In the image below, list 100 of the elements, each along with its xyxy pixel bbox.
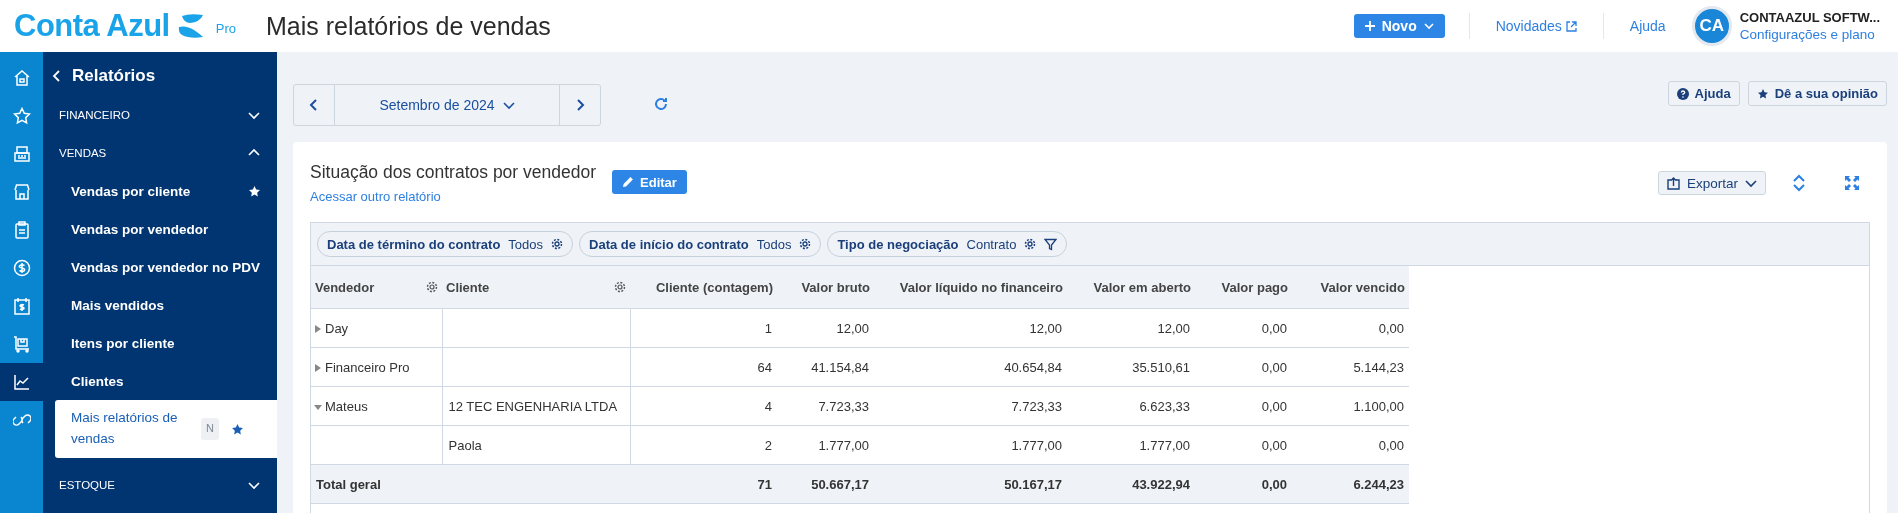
sidebar-item[interactable]: Mais vendidos [43, 286, 277, 324]
column-header: Cliente (contagem) [630, 266, 777, 309]
calendar-dollar-icon [12, 297, 31, 315]
table-cell[interactable]: Day [311, 308, 442, 348]
filter-label: Data de término do contrato [327, 236, 501, 252]
new-button[interactable]: Novo [1353, 14, 1445, 38]
home-icon [12, 69, 31, 87]
help-button[interactable]: Ajuda [1667, 81, 1740, 106]
section-header[interactable]: ESTOQUE [43, 466, 277, 504]
edit-button[interactable]: Editar [612, 170, 687, 194]
feedback-button[interactable]: Dê a sua opinião [1747, 81, 1887, 106]
gear-icon[interactable] [614, 281, 626, 293]
chevron-icon [247, 110, 261, 120]
table-cell: 0,00 [1195, 464, 1292, 504]
settings-link[interactable]: Configurações e plano [1739, 27, 1880, 42]
sidebar-item[interactable]: Mais relatórios de vendas N [55, 400, 277, 458]
filter-value: Todos [756, 236, 792, 252]
filter-icon[interactable] [1044, 237, 1058, 251]
help-icon [1676, 87, 1689, 100]
table-cell[interactable]: Financeiro Pro [311, 347, 442, 387]
back-link[interactable]: Relatórios [43, 52, 277, 96]
store-icon [12, 183, 31, 201]
cart-icon [12, 335, 31, 353]
table-cell: 50.667,17 [777, 464, 874, 504]
table-cell: 12 TEC ENGENHARIA LTDA [442, 386, 630, 426]
expand-collapse-icon[interactable] [1792, 173, 1806, 193]
table-cell: 6.244,23 [1292, 464, 1409, 504]
table-cell: 1.777,00 [777, 425, 874, 465]
star-icon[interactable] [230, 422, 244, 436]
table-cell: 35.510,61 [1067, 347, 1195, 387]
column-header: Valor em aberto [1067, 266, 1195, 309]
column-header: Valor pago [1195, 266, 1292, 309]
star-icon [12, 107, 31, 125]
table-cell: 7.723,33 [874, 386, 1067, 426]
table-cell: 4 [630, 386, 777, 426]
sidebar-item[interactable]: Vendas por vendedor [43, 210, 277, 248]
sidebar-item[interactable]: Clientes [43, 362, 277, 400]
header-link[interactable]: Ajuda [1603, 18, 1692, 34]
column-header: Valor bruto [777, 266, 874, 309]
new-badge: N [201, 418, 219, 440]
column-header: Vendedor [311, 266, 442, 309]
refresh-icon[interactable] [653, 96, 669, 112]
table-cell: 43.922,94 [1067, 464, 1195, 504]
sidebar-item[interactable]: Itens por cliente [43, 324, 277, 362]
filter-value: Todos [508, 236, 544, 252]
chevron-left-icon [309, 98, 319, 112]
triangle-right-icon[interactable] [314, 363, 322, 372]
table-cell: 41.154,84 [777, 347, 874, 387]
table-cell: Total geral [311, 464, 630, 504]
sidebar-item[interactable]: Vendas por cliente [43, 172, 277, 210]
caret-icon [502, 100, 515, 110]
triangle-down-icon[interactable] [314, 402, 322, 411]
table-cell: 71 [630, 464, 777, 504]
column-header: Valor líquido no financeiro [874, 266, 1067, 309]
back-icon [52, 70, 62, 82]
star-icon [1756, 87, 1769, 100]
chart-icon [12, 373, 31, 391]
table-cell: 1 [630, 308, 777, 348]
pencil-icon [622, 176, 634, 188]
table-cell: 6.623,33 [1067, 386, 1195, 426]
column-header: Valor vencido [1292, 266, 1409, 309]
logo: Conta Azul [14, 8, 170, 44]
table-cell: 1.100,00 [1292, 386, 1409, 426]
caret-icon [1422, 20, 1435, 32]
gear-icon[interactable] [551, 238, 564, 250]
avatar[interactable]: CA [1691, 6, 1732, 46]
triangle-right-icon[interactable] [314, 324, 322, 333]
table-cell[interactable]: Mateus [311, 386, 442, 426]
section-header[interactable]: VENDAS [43, 134, 277, 172]
gear-icon[interactable] [1024, 238, 1037, 250]
plus-icon [1363, 20, 1376, 32]
table-cell: 7.723,33 [777, 386, 874, 426]
gear-icon[interactable] [799, 238, 812, 250]
switch-report-link[interactable]: Acessar outro relatório [310, 189, 596, 204]
section-header[interactable]: FINANCEIRO [43, 96, 277, 134]
table-cell: 5.144,23 [1292, 347, 1409, 387]
page-title: Mais relatórios de vendas [266, 11, 551, 41]
table-cell: 12,00 [777, 308, 874, 348]
header-link[interactable]: Novidades [1469, 18, 1603, 34]
table-cell: 0,00 [1292, 308, 1409, 348]
star-icon[interactable] [248, 184, 261, 198]
cash-register-icon [12, 145, 31, 163]
caret-icon [1745, 178, 1757, 188]
plan-label: Pro [215, 21, 236, 36]
chevron-icon [247, 480, 261, 490]
fullscreen-icon[interactable] [1844, 175, 1860, 191]
filter-value: Contrato [966, 236, 1017, 252]
filter-label: Tipo de negociação [837, 236, 959, 252]
table-cell: 0,00 [1292, 425, 1409, 465]
table-cell: Paola [442, 425, 630, 465]
rail-button[interactable] [0, 363, 43, 401]
sidebar-item[interactable]: Vendas por vendedor no PDV [43, 248, 277, 286]
export-button[interactable]: Exportar [1657, 171, 1766, 195]
chevron-right-icon [575, 98, 585, 112]
report-title: Situação dos contratos por vendedor [310, 162, 596, 183]
table-cell: 0,00 [1195, 308, 1292, 348]
external-link-icon [1565, 20, 1577, 32]
table-cell: 1.777,00 [874, 425, 1067, 465]
gear-icon[interactable] [426, 281, 438, 293]
column-header: Cliente [442, 266, 630, 309]
